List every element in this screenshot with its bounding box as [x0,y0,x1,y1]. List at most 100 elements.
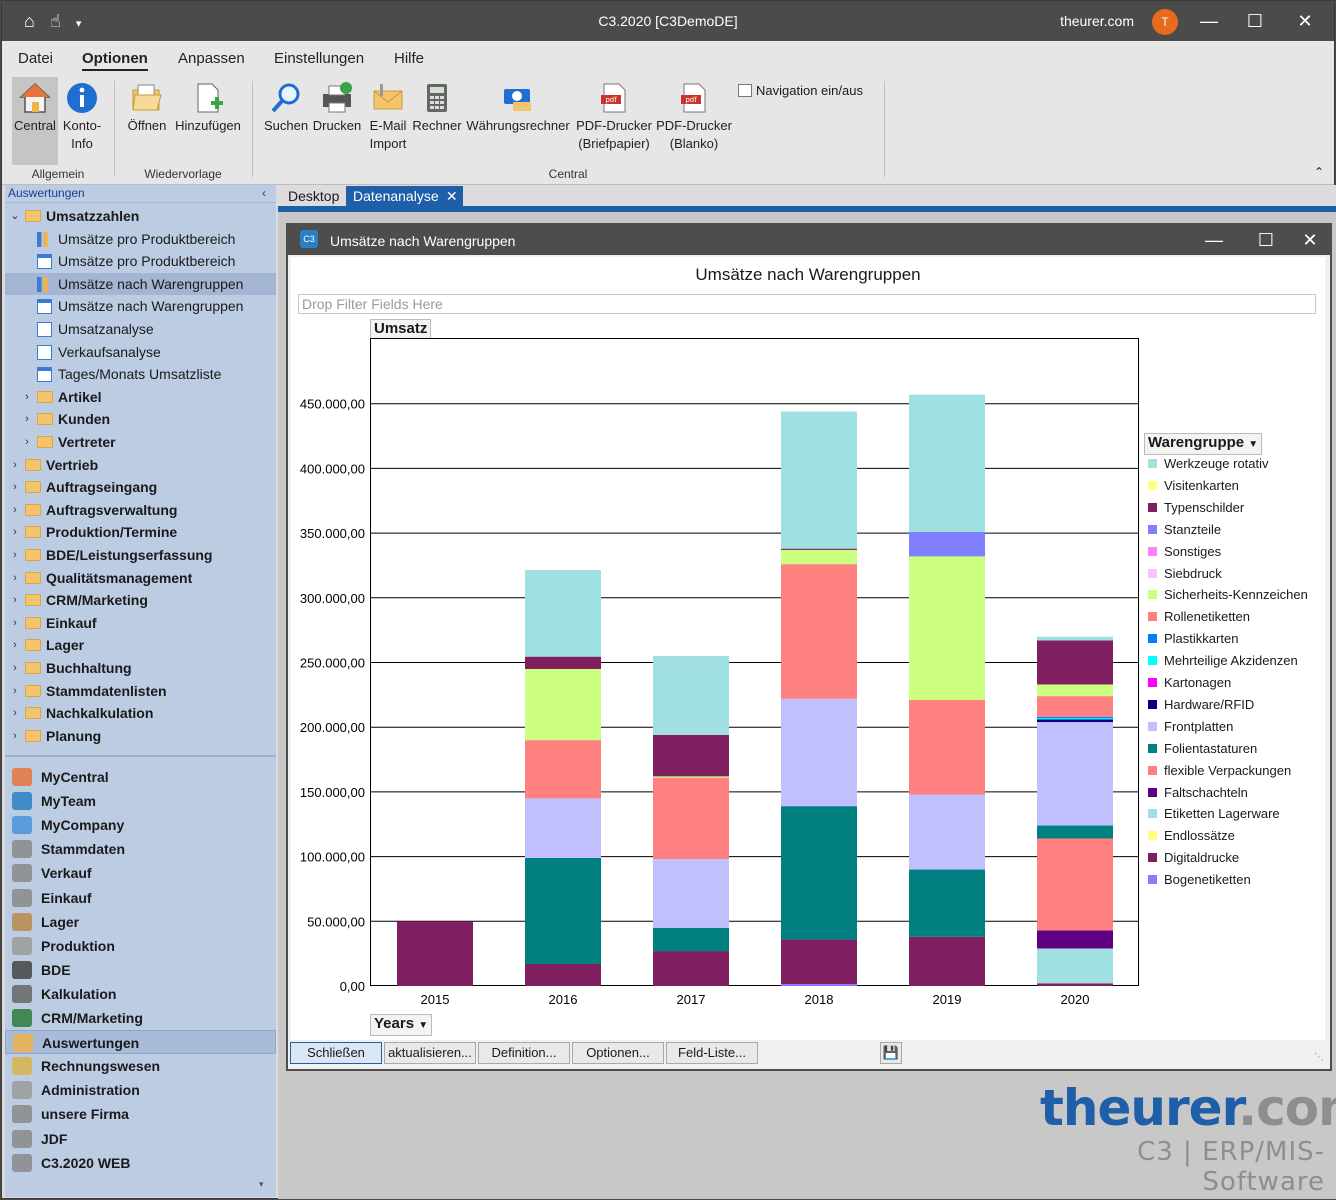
warengruppe-field-button[interactable]: Warengruppe ▼ [1144,433,1263,455]
touch-icon[interactable]: ☝ [50,11,61,32]
chevron-right-icon[interactable]: › [9,521,21,543]
legend-item[interactable]: Digitaldrucke [1148,849,1239,867]
bar-segment[interactable] [909,531,985,557]
tree-item[interactable]: › Einkauf [5,612,276,634]
legend-item[interactable]: Visitenkarten [1148,477,1239,495]
nav-item[interactable]: Einkauf [5,886,276,910]
bar-segment[interactable] [653,859,729,928]
navigation-toggle-button[interactable]: Navigation ein/aus [738,83,863,98]
nav-item[interactable]: C3.2020 WEB [5,1151,276,1175]
tree-item[interactable]: ⌄ Umsatzzahlen [5,205,276,227]
nav-item[interactable]: Lager [5,910,276,934]
email-import-button[interactable]: E-Mail Import [364,77,412,153]
minimize-icon[interactable]: — [1186,7,1232,35]
chevron-right-icon[interactable]: › [9,702,21,724]
bar-segment[interactable] [1037,838,1113,931]
bar-segment[interactable] [1037,719,1113,723]
chevron-right-icon[interactable]: › [9,567,21,589]
feld-liste-button[interactable]: Feld-Liste... [666,1042,758,1064]
chevron-down-icon[interactable]: ▾ [76,17,82,30]
central-button[interactable]: Central [12,77,58,165]
legend-item[interactable]: Kartonagen [1148,674,1231,692]
legend-item[interactable]: Mehrteilige Akzidenzen [1148,652,1298,670]
chevron-right-icon[interactable]: › [9,499,21,521]
collapse-ribbon-icon[interactable]: ⌃ [1314,165,1324,179]
bar-segment[interactable] [653,777,729,860]
definition-button[interactable]: Definition... [478,1042,570,1064]
bar-segment[interactable] [397,921,473,986]
nav-item[interactable]: Rechnungswesen [5,1054,276,1078]
legend-item[interactable]: Rollenetiketten [1148,608,1250,626]
bar-segment[interactable] [781,698,857,807]
bar-segment[interactable] [525,668,601,741]
chevron-right-icon[interactable]: › [21,431,33,453]
bar-segment[interactable] [781,806,857,940]
legend-item[interactable]: flexible Verpackungen [1148,762,1291,780]
tree-item[interactable]: Tages/Monats Umsatzliste [5,363,276,385]
optionen-button[interactable]: Optionen... [572,1042,664,1064]
bar-segment[interactable] [781,564,857,699]
legend-item[interactable]: Hardware/RFID [1148,696,1254,714]
save-icon[interactable]: 💾 [880,1042,902,1064]
waehrungsrechner-button[interactable]: Währungsrechner [464,77,572,135]
bar-segment[interactable] [781,411,857,549]
chevron-right-icon[interactable]: › [9,476,21,498]
tree-item[interactable]: › CRM/Marketing [5,589,276,611]
bar-segment[interactable] [653,927,729,952]
tab-datenanalyse[interactable]: Datenanalyse ✕ [346,186,463,207]
tree-item[interactable]: › Auftragsverwaltung [5,499,276,521]
chevron-left-icon[interactable]: ‹ [262,185,266,201]
close-icon[interactable]: ✕ [1290,225,1330,255]
bar-segment[interactable] [909,794,985,870]
chevron-right-icon[interactable]: › [9,612,21,634]
bar-segment[interactable] [653,951,729,986]
menu-anpassen[interactable]: Anpassen [178,50,245,67]
legend-item[interactable]: Stanzteile [1148,521,1221,539]
bar-segment[interactable] [781,549,857,565]
legend-item[interactable]: Werkzeuge rotativ [1148,455,1269,473]
tree-item[interactable]: › Buchhaltung [5,657,276,679]
chevron-right-icon[interactable]: › [9,544,21,566]
chevron-right-icon[interactable]: › [21,408,33,430]
bar-segment[interactable] [1037,825,1113,839]
menu-einstellungen[interactable]: Einstellungen [274,50,364,67]
chevron-right-icon[interactable]: › [9,680,21,702]
tree-item[interactable]: › Auftragseingang [5,476,276,498]
legend-item[interactable]: Faltschachteln [1148,784,1248,802]
tree-item[interactable]: › Kunden [5,408,276,430]
bar-segment[interactable] [525,964,601,986]
bar-segment[interactable] [909,700,985,795]
nav-item[interactable]: Administration [5,1078,276,1102]
legend-item[interactable]: Bogenetiketten [1148,871,1251,889]
nav-item[interactable]: BDE [5,958,276,982]
aktualisieren-button[interactable]: aktualisieren... [384,1042,476,1064]
chevron-right-icon[interactable]: › [9,634,21,656]
years-field-button[interactable]: Years ▼ [370,1014,433,1036]
close-icon[interactable]: ✕ [1282,7,1328,35]
bar-segment[interactable] [525,740,601,799]
hinzufuegen-button[interactable]: Hinzufügen [172,77,244,135]
tree-item[interactable]: › Planung [5,725,276,747]
bar-segment[interactable] [525,569,601,657]
nav-item[interactable]: MyCompany [5,813,276,837]
pdf-drucker-blanko-button[interactable]: pdf PDF-Drucker (Blanko) [654,77,734,153]
scroll-down-icon[interactable]: ▾ [259,1179,264,1190]
bar-segment[interactable] [653,734,729,777]
nav-item[interactable]: Stammdaten [5,837,276,861]
bar-segment[interactable] [653,656,729,735]
nav-item[interactable]: unsere Firma [5,1102,276,1126]
bar-segment[interactable] [1037,640,1113,685]
tree-item[interactable]: › BDE/Leistungserfassung [5,544,276,566]
nav-item[interactable]: JDF [5,1127,276,1151]
nav-item[interactable]: Auswertungen [5,1030,276,1055]
bar-segment[interactable] [909,936,985,986]
tree-item[interactable]: › Qualitätsmanagement [5,567,276,589]
maximize-icon[interactable]: ☐ [1232,7,1278,35]
close-tab-icon[interactable]: ✕ [446,186,458,207]
tree-item[interactable]: › Produktion/Termine [5,521,276,543]
tree-item[interactable]: › Stammdatenlisten [5,680,276,702]
tree-item[interactable]: › Vertrieb [5,454,276,476]
nav-item[interactable]: Verkauf [5,861,276,885]
rechner-button[interactable]: Rechner [412,77,462,135]
bar-segment[interactable] [781,939,857,985]
